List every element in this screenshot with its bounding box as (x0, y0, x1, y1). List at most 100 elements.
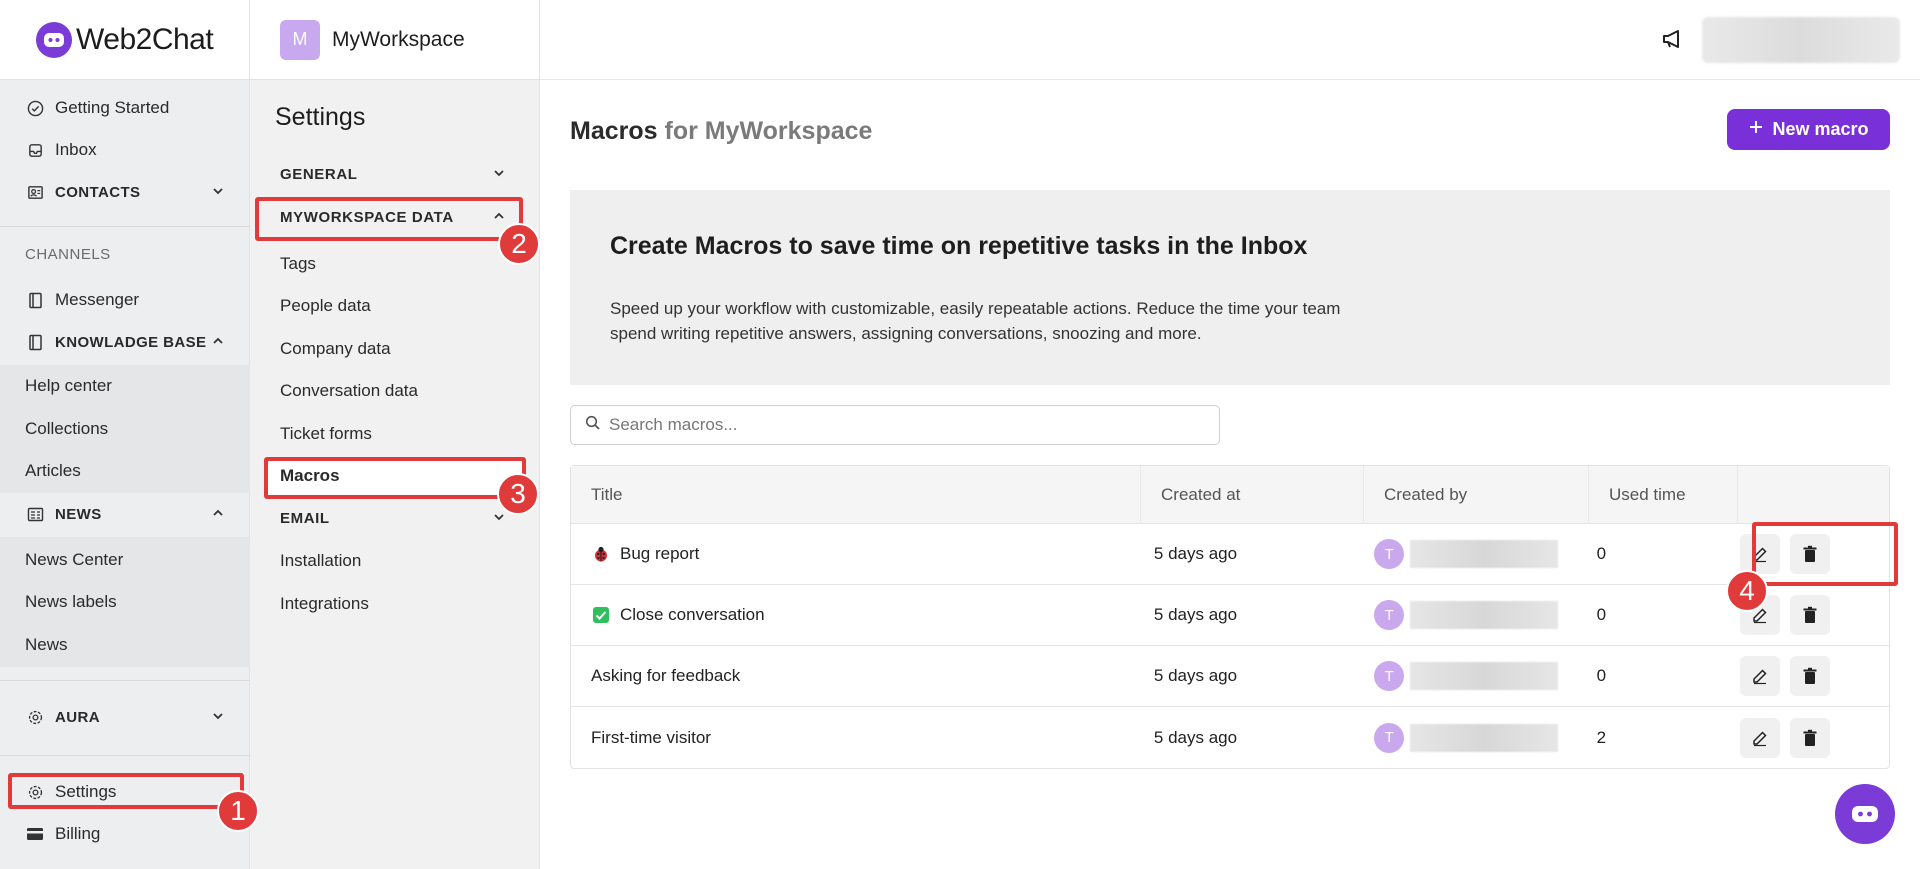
sidebar-item-messenger[interactable]: Messenger (0, 280, 250, 320)
chevron-down-icon[interactable] (492, 510, 506, 529)
sidebar-item-getting-started[interactable]: Getting Started (0, 88, 250, 128)
plus-icon (1748, 119, 1764, 140)
chevron-down-icon[interactable] (492, 166, 506, 185)
avatar: T (1374, 600, 1405, 630)
sidebar-item-inbox[interactable]: Inbox (0, 130, 250, 170)
new-macro-button[interactable]: New macro (1727, 109, 1890, 150)
table-row[interactable]: First-time visitor 5 days ago T 2 (571, 707, 1889, 768)
created-at: 5 days ago (1153, 666, 1238, 685)
main-sidebar: Web2Chat Getting Started Inbox CONTACTS … (0, 0, 250, 869)
created-by: T (1354, 539, 1576, 569)
column-actions (1738, 466, 1889, 524)
brand-name: Web2Chat (76, 22, 214, 56)
sidebar-item-news-center[interactable]: News Center (0, 540, 250, 580)
column-used-time[interactable]: Used time (1589, 465, 1738, 524)
column-created-at[interactable]: Created at (1141, 465, 1364, 524)
table-row[interactable]: Close conversation 5 days ago T 0 (571, 585, 1889, 646)
row-actions (1739, 656, 1889, 696)
trash-icon (1803, 606, 1817, 623)
sidebar-item-label: CONTACTS (55, 183, 141, 201)
logo[interactable]: Web2Chat (0, 0, 249, 80)
credit-card-icon (25, 824, 45, 844)
user-menu-redacted[interactable] (1702, 17, 1900, 63)
delete-button[interactable] (1789, 595, 1830, 635)
column-title[interactable]: Title (571, 465, 1141, 524)
topbar (540, 0, 1920, 80)
search-input[interactable] (609, 415, 1189, 435)
sidebar-item-news-list[interactable]: News (0, 625, 250, 665)
settings-item-company-data[interactable]: Company data (280, 339, 391, 359)
settings-item-tags[interactable]: Tags (280, 254, 316, 274)
created-at: 5 days ago (1153, 544, 1238, 563)
chevron-up-icon (211, 506, 225, 524)
sidebar-item-label: News labels (25, 592, 117, 611)
sidebar-item-help-center[interactable]: Help center (0, 366, 250, 406)
sidebar-item-knowledge-base[interactable]: KNOWLADGE BASE (0, 322, 250, 362)
creator-name-redacted (1410, 662, 1559, 690)
highlight-macros (264, 457, 526, 499)
sidebar-item-label: Articles (25, 461, 81, 480)
search-icon (585, 415, 601, 436)
chevron-down-icon (211, 184, 225, 202)
avatar: T (1374, 661, 1405, 691)
chat-launcher-button[interactable] (1835, 784, 1895, 844)
sidebar-item-articles[interactable]: Articles (0, 451, 250, 491)
table-row[interactable]: Asking for feedback 5 days ago T 0 (571, 646, 1889, 707)
delete-button[interactable] (1789, 656, 1830, 696)
pencil-icon (1753, 730, 1767, 746)
macro-title: Asking for feedback (591, 666, 741, 685)
edit-button[interactable] (1739, 717, 1780, 758)
annotation-badge-3: 3 (497, 473, 539, 515)
settings-title: Settings (275, 103, 366, 131)
created-by: T (1354, 661, 1576, 691)
avatar: T (1374, 722, 1405, 753)
settings-item-conversation-data[interactable]: Conversation data (280, 381, 418, 401)
delete-button[interactable] (1789, 717, 1830, 758)
divider (0, 755, 250, 756)
settings-item-integrations[interactable]: Integrations (280, 594, 369, 614)
chevron-down-icon (211, 709, 225, 727)
column-created-by[interactable]: Created by (1364, 465, 1589, 524)
highlight-settings (8, 773, 244, 809)
sidebar-item-label: NEWS (55, 505, 102, 523)
macros-table: Title Created at Created by Used time Bu… (570, 465, 1890, 769)
macro-title: Close conversation (620, 605, 765, 624)
pencil-icon (1753, 669, 1767, 685)
workspace-name: MyWorkspace (332, 27, 465, 51)
row-actions (1739, 717, 1889, 758)
settings-section-general[interactable]: GENERAL (280, 166, 358, 183)
creator-name-redacted (1410, 540, 1559, 568)
trash-icon (1803, 729, 1817, 746)
sidebar-item-news-labels[interactable]: News labels (0, 582, 250, 622)
sidebar-item-billing[interactable]: Billing (0, 814, 250, 854)
newspaper-icon (25, 504, 45, 524)
check-circle-icon (25, 98, 45, 118)
sidebar-item-label: Help center (25, 376, 112, 395)
row-title-cell: First-time visitor (571, 728, 1134, 748)
settings-item-ticket-forms[interactable]: Ticket forms (280, 424, 372, 444)
row-title-cell: Bug report (571, 544, 1134, 564)
sidebar-item-news[interactable]: NEWS (0, 494, 250, 534)
search-box[interactable] (570, 405, 1220, 445)
edit-button[interactable] (1739, 656, 1780, 696)
banner-title: Create Macros to save time on repetitive… (610, 232, 1308, 260)
settings-item-installation[interactable]: Installation (280, 551, 361, 571)
settings-section-email[interactable]: EMAIL (280, 510, 330, 527)
channels-heading: CHANNELS (25, 246, 111, 263)
trash-icon (1803, 667, 1817, 684)
sidebar-item-collections[interactable]: Collections (0, 409, 250, 449)
creator-name-redacted (1410, 723, 1559, 752)
sidebar-item-aura[interactable]: AURA (0, 697, 250, 737)
sidebar-item-contacts[interactable]: CONTACTS (0, 172, 250, 212)
main-content: Macros for MyWorkspace New macro Create … (540, 0, 1920, 869)
settings-item-people-data[interactable]: People data (280, 296, 371, 316)
annotation-badge-4: 4 (1726, 570, 1768, 612)
inbox-icon (25, 140, 45, 160)
workspace-switcher[interactable]: M MyWorkspace (250, 0, 539, 80)
megaphone-icon[interactable] (1660, 26, 1686, 57)
chevron-up-icon (211, 334, 225, 352)
table-header: Title Created at Created by Used time (571, 465, 1889, 524)
contacts-icon (25, 182, 45, 202)
row-title-cell: Close conversation (571, 605, 1134, 625)
table-row[interactable]: Bug report 5 days ago T 0 (571, 524, 1889, 585)
